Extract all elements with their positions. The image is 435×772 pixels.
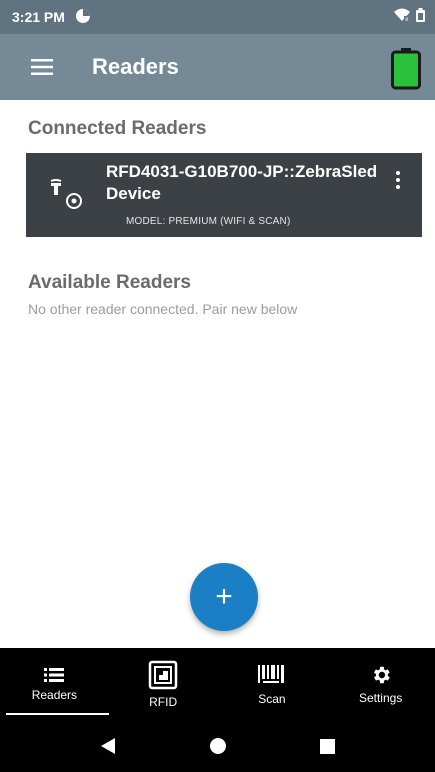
recents-button[interactable] (273, 738, 383, 754)
rfid-tag-icon (148, 660, 178, 689)
wifi-icon: x (394, 8, 410, 27)
system-nav-bar (0, 720, 435, 772)
nav-scan[interactable]: Scan (218, 648, 327, 720)
add-reader-button[interactable]: + (190, 563, 258, 631)
list-icon (44, 667, 65, 682)
connected-reader-card[interactable]: RFD4031-G10B700-JP::ZebraSledDevice MODE… (26, 153, 422, 237)
available-readers-hint: No other reader connected. Pair new belo… (28, 301, 298, 317)
status-bar: 3:21 PM x (0, 0, 435, 34)
reader-name: RFD4031-G10B700-JP::ZebraSledDevice (106, 162, 378, 203)
bottom-nav: Readers RFID Scan Settings (0, 648, 435, 720)
battery-status-icon (416, 7, 425, 27)
svg-text:x: x (405, 16, 409, 22)
reader-model: MODEL: PREMIUM (WIFI & SCAN) (126, 216, 291, 227)
status-left: 3:21 PM (12, 8, 91, 27)
gear-icon (373, 666, 390, 683)
nav-rfid-label: RFID (149, 694, 178, 709)
barcode-icon (257, 664, 284, 683)
nav-settings[interactable]: Settings (326, 648, 435, 720)
back-button[interactable] (53, 738, 163, 754)
rfid-reader-icon (48, 179, 88, 214)
nav-settings-label: Settings (358, 690, 403, 705)
status-time: 3:21 PM (12, 9, 65, 25)
nav-readers[interactable]: Readers (0, 648, 109, 720)
back-triangle-icon (100, 738, 115, 754)
status-right: x (394, 7, 425, 27)
nav-rfid[interactable]: RFID (109, 648, 218, 720)
reader-options-button[interactable] (388, 165, 408, 195)
reader-battery-icon[interactable] (391, 48, 421, 95)
menu-button[interactable] (22, 47, 62, 87)
recents-square-icon (320, 738, 335, 754)
hamburger-menu-icon (31, 59, 53, 75)
nav-readers-label: Readers (31, 687, 78, 702)
page-title: Readers (92, 54, 179, 79)
home-button[interactable] (163, 738, 273, 754)
connected-readers-title: Connected Readers (28, 118, 207, 139)
available-readers-title: Available Readers (28, 272, 191, 293)
plus-icon: + (215, 580, 233, 613)
app-bar: Readers (0, 34, 435, 100)
home-circle-icon (209, 738, 226, 754)
nav-scan-label: Scan (258, 691, 286, 706)
app-status-icon (75, 8, 91, 27)
more-vert-icon (396, 171, 400, 189)
